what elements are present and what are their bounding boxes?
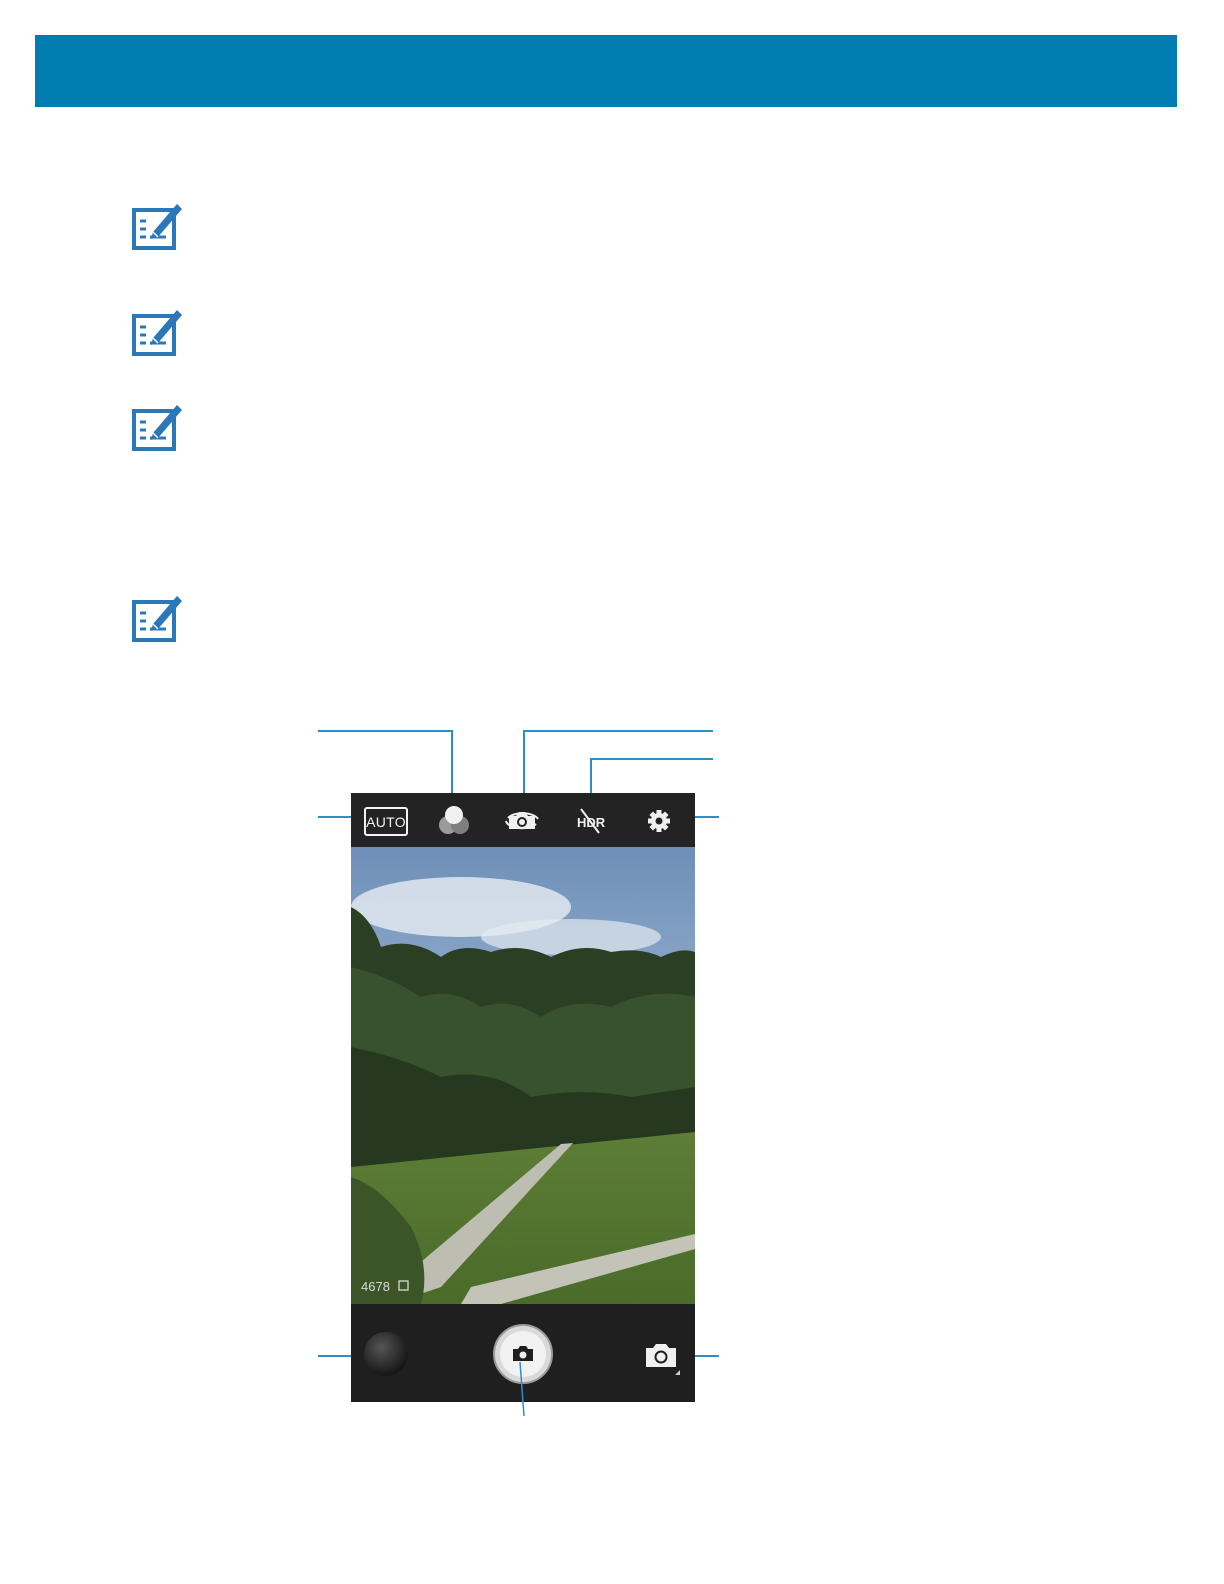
gallery-thumbnail[interactable] — [363, 1331, 409, 1377]
camera-viewfinder[interactable]: 4678 — [351, 847, 695, 1304]
note-pencil-icon — [132, 405, 182, 451]
remaining-shots-counter: 4678 — [361, 1279, 390, 1294]
note-pencil-icon — [132, 204, 182, 250]
switch-camera-icon[interactable] — [504, 803, 540, 837]
camera-screen: AUTO HDR — [351, 793, 695, 1402]
camera-top-bar: AUTO HDR — [351, 793, 695, 847]
callout-line — [523, 730, 713, 732]
scene-mode-auto-button[interactable]: AUTO — [364, 807, 408, 836]
callout-line — [590, 758, 713, 760]
callout-line — [451, 730, 453, 800]
hdr-off-icon[interactable]: HDR — [575, 805, 605, 835]
settings-gear-icon[interactable] — [646, 808, 672, 834]
callout-line — [523, 730, 525, 800]
note-pencil-icon — [132, 596, 182, 642]
callout-line — [519, 1361, 525, 1417]
callout-line — [318, 730, 452, 732]
camera-mode-icon[interactable] — [643, 1341, 683, 1377]
color-effect-icon[interactable] — [437, 803, 471, 837]
page-header-bar — [35, 35, 1177, 107]
note-pencil-icon — [132, 310, 182, 356]
